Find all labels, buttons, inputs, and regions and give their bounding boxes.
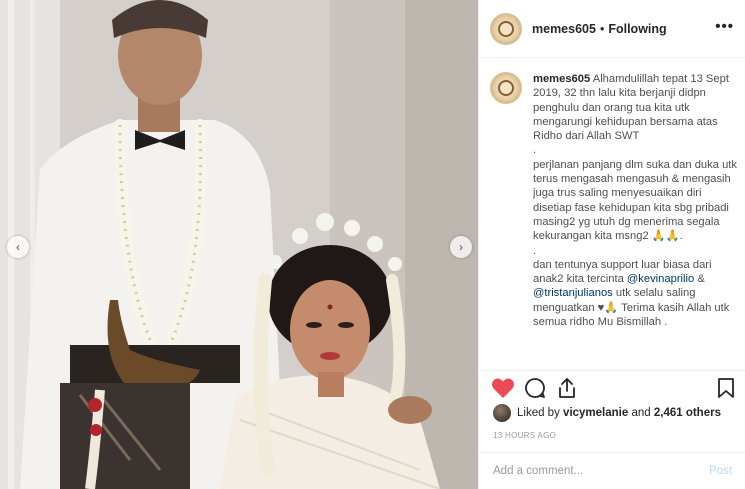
liker-username[interactable]: vicymelanie: [563, 407, 628, 419]
caption-username[interactable]: memes605: [533, 73, 590, 85]
chevron-right-icon: ›: [459, 240, 463, 254]
liker-avatar[interactable]: [493, 404, 511, 422]
post-header: memes605 • Following •••: [479, 0, 745, 58]
likes-count[interactable]: 2,461 others: [654, 407, 721, 419]
wedding-photo-illustration: [0, 0, 478, 489]
likes-prefix: Liked by: [517, 407, 560, 419]
caption-line-4: .: [533, 244, 537, 257]
post-side-panel: memes605 • Following ••• memes605 Alhamd…: [478, 0, 745, 489]
chevron-left-icon: ‹: [16, 240, 20, 254]
caption-line-3: perjlanan panjang dlm suka dan duka utk …: [533, 158, 738, 243]
heart-icon[interactable]: [491, 377, 515, 399]
share-icon[interactable]: [556, 377, 578, 399]
previous-photo-button[interactable]: ‹: [7, 236, 29, 258]
bookmark-icon[interactable]: [717, 377, 735, 399]
comment-input[interactable]: Add a comment...: [493, 465, 709, 477]
post-comment-button[interactable]: Post: [709, 465, 732, 477]
caption-line-2: .: [533, 144, 537, 157]
likes-summary: Liked by vicymelanie and 2,461 others: [493, 404, 721, 422]
likes-and: and: [631, 407, 651, 419]
ellipsis-icon[interactable]: •••: [715, 18, 734, 35]
action-bar: [479, 370, 745, 404]
caption-line-5-mid: &: [697, 273, 705, 286]
avatar-logo-icon: [498, 80, 514, 96]
following-button[interactable]: Following: [608, 22, 666, 36]
mention-link[interactable]: @kevinaprilio: [627, 273, 694, 285]
post-photo[interactable]: ‹ ›: [0, 0, 478, 489]
header-separator: •: [599, 21, 605, 36]
caption-text: memes605 Alhamdulillah tepat 13 Sept 201…: [533, 72, 738, 370]
comment-icon[interactable]: [524, 377, 546, 399]
avatar[interactable]: [490, 12, 522, 45]
comment-bar: Add a comment... Post: [479, 452, 745, 489]
caption-avatar[interactable]: [490, 72, 522, 104]
post-caption: memes605 Alhamdulillah tepat 13 Sept 201…: [490, 72, 738, 370]
post-timestamp[interactable]: 13 HOURS AGO: [493, 431, 556, 440]
next-photo-button[interactable]: ›: [450, 236, 472, 258]
avatar-logo-icon: [498, 20, 514, 37]
mention-link[interactable]: @tristanjulianos: [533, 287, 613, 299]
header-username[interactable]: memes605: [532, 22, 596, 36]
